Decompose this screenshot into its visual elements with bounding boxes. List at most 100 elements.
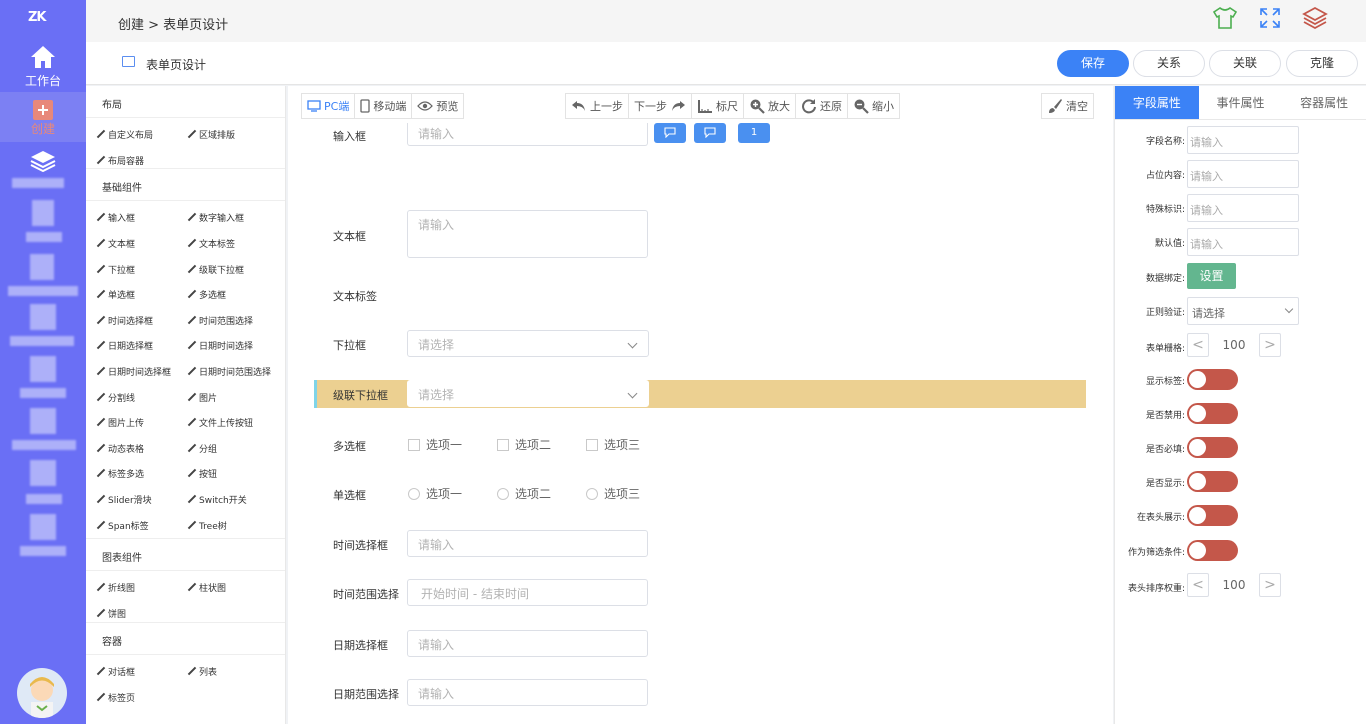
palette-item[interactable]: Slider滑块 [96, 487, 187, 513]
fullscreen-icon[interactable] [1258, 6, 1282, 30]
palette-item[interactable]: 分组 [187, 435, 278, 461]
palette-item[interactable]: 图片 [187, 384, 278, 410]
pc-button[interactable]: PC端 [302, 94, 356, 118]
comment-button[interactable] [694, 123, 726, 143]
checkbox[interactable] [408, 438, 420, 451]
form-row-daterange[interactable]: 日期范围选择 请输入 [288, 679, 1113, 706]
placeholder-input[interactable]: 请输入 [1187, 160, 1299, 188]
form-row-cascader-selected[interactable]: 级联下拉框 请选择 [314, 380, 1086, 408]
form-row-date[interactable]: 日期选择框 请输入 [288, 630, 1113, 657]
grid-stepper[interactable]: < 100 > [1187, 333, 1281, 357]
palette-item[interactable]: 级联下拉框 [187, 256, 278, 282]
stack-icon[interactable] [1302, 6, 1328, 30]
palette-item[interactable]: 动态表格 [96, 435, 187, 461]
radio-option[interactable]: 选项一 [408, 485, 462, 502]
sort-stepper[interactable]: < 100 > [1187, 573, 1281, 597]
palette-item[interactable]: 标签多选 [96, 461, 187, 487]
palette-item[interactable]: 列表 [187, 659, 278, 685]
palette-item[interactable]: Tree树 [187, 512, 278, 538]
relation-button[interactable]: 关系 [1133, 50, 1205, 77]
palette-item[interactable]: 时间范围选择 [187, 307, 278, 333]
palette-item[interactable]: 图片上传 [96, 410, 187, 436]
tab-container-props[interactable]: 容器属性 [1282, 86, 1366, 119]
reset-button[interactable]: 还原 [796, 94, 848, 118]
form-row-input[interactable]: 输入框 请输入 1 [288, 123, 1113, 151]
clone-button[interactable]: 克隆 [1286, 50, 1358, 77]
zoom-in-button[interactable]: 放大 [744, 94, 796, 118]
disabled-toggle[interactable] [1187, 403, 1238, 424]
save-button[interactable]: 保存 [1057, 50, 1129, 77]
form-row-textarea[interactable]: 文本框 请输入 [288, 210, 1113, 258]
associate-button[interactable]: 关联 [1209, 50, 1281, 77]
preview-button[interactable]: 预览 [412, 94, 463, 118]
as-filter-toggle[interactable] [1187, 540, 1238, 561]
tab-field-props[interactable]: 字段属性 [1115, 86, 1199, 119]
palette-item[interactable]: 数字输入框 [187, 205, 278, 231]
form-row-checkbox[interactable]: 多选框 选项一 选项二 选项三 [288, 436, 1113, 456]
required-toggle[interactable] [1187, 437, 1238, 458]
avatar[interactable] [17, 668, 67, 718]
cascader-input[interactable]: 请选择 [407, 380, 649, 407]
field-name-input[interactable]: 请输入 [1187, 126, 1299, 154]
badge-button[interactable]: 1 [738, 123, 770, 143]
radio-option[interactable]: 选项二 [497, 485, 551, 502]
palette-item[interactable]: 布局容器 [96, 148, 187, 174]
show-in-header-toggle[interactable] [1187, 505, 1238, 526]
palette-item[interactable]: 输入框 [96, 205, 187, 231]
palette-item[interactable]: 区域排版 [187, 122, 278, 148]
checkbox-option[interactable]: 选项二 [497, 436, 551, 453]
clear-button[interactable]: 清空 [1042, 94, 1093, 118]
form-row-time[interactable]: 时间选择框 请输入 [288, 530, 1113, 557]
show-label-toggle[interactable] [1187, 369, 1238, 390]
palette-item[interactable]: 日期时间选择 [187, 333, 278, 359]
textarea[interactable]: 请输入 [407, 210, 648, 258]
shirt-icon[interactable] [1212, 6, 1238, 30]
decrement-button[interactable]: < [1187, 333, 1209, 357]
checkbox[interactable] [497, 438, 509, 451]
default-value-input[interactable]: 请输入 [1187, 228, 1299, 256]
time-input[interactable]: 请输入 [407, 530, 648, 557]
palette-item[interactable]: 日期时间选择框 [96, 359, 187, 385]
palette-item[interactable]: 多选框 [187, 282, 278, 308]
palette-item[interactable]: 单选框 [96, 282, 187, 308]
text-input[interactable]: 请输入 [407, 123, 648, 146]
palette-item[interactable]: 日期时间范围选择 [187, 359, 278, 385]
set-binding-button[interactable]: 设置 [1187, 263, 1236, 289]
palette-item[interactable]: 文本标签 [187, 231, 278, 257]
form-row-timerange[interactable]: 时间范围选择 开始时间 - 结束时间 [288, 579, 1113, 606]
undo-button[interactable]: 上一步 [566, 94, 629, 118]
increment-button[interactable]: > [1259, 333, 1281, 357]
tab-event-props[interactable]: 事件属性 [1199, 86, 1283, 119]
palette-item[interactable]: 标签页 [96, 685, 187, 711]
time-range-input[interactable]: 开始时间 - 结束时间 [407, 579, 648, 606]
palette-item[interactable]: Span标签 [96, 512, 187, 538]
palette-item[interactable]: 自定义布局 [96, 122, 187, 148]
nav-item-workbench[interactable]: 工作台 [0, 44, 86, 89]
palette-item[interactable]: 时间选择框 [96, 307, 187, 333]
palette-item[interactable]: 柱状图 [187, 575, 278, 601]
palette-item[interactable]: Switch开关 [187, 487, 278, 513]
palette-item[interactable]: 文本框 [96, 231, 187, 257]
decrement-button[interactable]: < [1187, 573, 1209, 597]
form-row-textlabel[interactable]: 文本标签 [288, 286, 1113, 306]
palette-item[interactable]: 分割线 [96, 384, 187, 410]
radio[interactable] [408, 487, 420, 500]
radio-option[interactable]: 选项三 [586, 485, 640, 502]
regex-select[interactable]: 请选择 [1187, 297, 1299, 325]
radio[interactable] [586, 487, 598, 500]
date-range-input[interactable]: 请输入 [407, 679, 648, 706]
zoom-out-button[interactable]: 缩小 [848, 94, 899, 118]
increment-button[interactable]: > [1259, 573, 1281, 597]
nav-item-layers[interactable] [0, 150, 86, 172]
palette-item[interactable]: 文件上传按钮 [187, 410, 278, 436]
checkbox-option[interactable]: 选项一 [408, 436, 462, 453]
visible-toggle[interactable] [1187, 471, 1238, 492]
palette-item[interactable]: 下拉框 [96, 256, 187, 282]
comment-button[interactable] [654, 123, 686, 143]
palette-item[interactable]: 饼图 [96, 601, 187, 627]
special-id-input[interactable]: 请输入 [1187, 194, 1299, 222]
mobile-button[interactable]: 移动端 [355, 94, 413, 118]
form-row-select[interactable]: 下拉框 请选择 [288, 330, 1113, 358]
palette-item[interactable]: 按钮 [187, 461, 278, 487]
checkbox-option[interactable]: 选项三 [586, 436, 640, 453]
